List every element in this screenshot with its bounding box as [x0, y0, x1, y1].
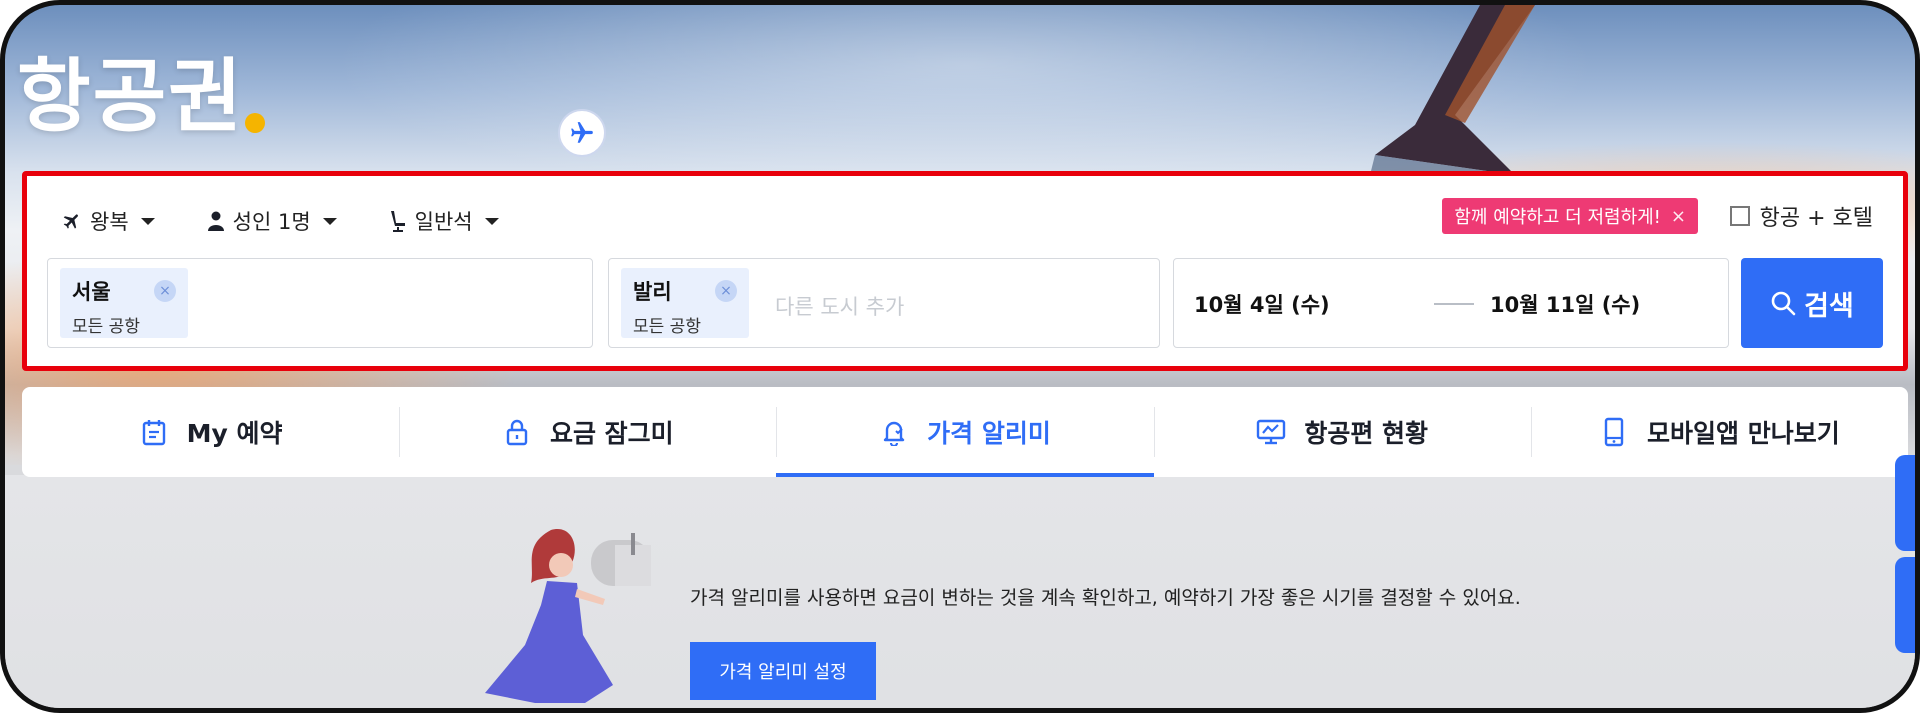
tab-price-alert[interactable]: 가격 알리미	[776, 387, 1154, 477]
destination-chip: 발리 모든 공항 ×	[621, 268, 749, 338]
passengers-label: 성인 1명	[232, 210, 311, 234]
promo-badge: 함께 예약하고 더 저렴하게! ×	[1442, 198, 1698, 234]
destination-airport: 모든 공항	[633, 317, 701, 337]
return-date[interactable]: 10월 11일 (수)	[1490, 289, 1640, 319]
airplane-icon	[63, 214, 78, 229]
tab-fare-lock[interactable]: 요금 잠그미	[399, 387, 776, 477]
side-floating-tab[interactable]	[1895, 455, 1915, 551]
side-floating-tab[interactable]	[1895, 557, 1915, 653]
seat-icon	[390, 211, 405, 232]
monitor-icon	[1256, 417, 1286, 447]
flight-hotel-option[interactable]: 항공 + 호텔	[1729, 200, 1873, 232]
flight-hotel-checkbox[interactable]	[1729, 206, 1750, 226]
add-city-placeholder[interactable]: 다른 도시 추가	[775, 291, 904, 321]
bell-icon	[879, 417, 909, 447]
woman-mailbox-illustration	[485, 529, 651, 703]
tab-my-booking[interactable]: My 예약	[22, 387, 399, 477]
swap-route-button[interactable]	[558, 109, 606, 157]
tab-label: 요금 잠그미	[549, 419, 674, 448]
chevron-down-icon	[484, 217, 499, 225]
tab-flight-status[interactable]: 항공편 현황	[1153, 387, 1531, 477]
calendar-icon	[139, 417, 169, 447]
close-icon[interactable]: ×	[1671, 206, 1686, 227]
app-frame: 항공권 왕복 성인 1명 일반석 함께 예약하고 더 저렴하게! × 항공 + …	[0, 0, 1920, 713]
cabin-class-dropdown[interactable]: 일반석	[389, 206, 499, 236]
cabin-class-label: 일반석	[414, 210, 473, 234]
chevron-down-icon	[140, 217, 155, 225]
page-title: 항공권	[17, 50, 244, 143]
clear-destination-icon[interactable]: ×	[715, 280, 737, 302]
airplane-icon	[571, 122, 593, 143]
search-options-row: 왕복 성인 1명 일반석	[62, 206, 551, 236]
tab-label: My 예약	[186, 419, 283, 448]
tab-mobile-app[interactable]: 모바일앱 만나보기	[1530, 387, 1908, 477]
price-alert-description: 가격 알리미를 사용하면 요금이 변하는 것을 계속 확인하고, 예약하기 가장…	[690, 587, 1521, 609]
destination-field[interactable]: 발리 모든 공항 × 다른 도시 추가	[608, 258, 1160, 348]
origin-chip: 서울 모든 공항 ×	[60, 268, 188, 338]
depart-date[interactable]: 10월 4일 (수)	[1194, 289, 1330, 319]
tab-label: 모바일앱 만나보기	[1647, 419, 1840, 448]
date-range-field[interactable]: 10월 4일 (수) 10월 11일 (수)	[1173, 258, 1729, 348]
person-icon	[207, 211, 224, 231]
search-button-label: 검색	[1804, 290, 1854, 322]
clear-origin-icon[interactable]: ×	[154, 280, 176, 302]
origin-field[interactable]: 서울 모든 공항 ×	[47, 258, 593, 348]
set-price-alert-button[interactable]: 가격 알리미 설정	[690, 642, 876, 700]
search-button[interactable]: 검색	[1741, 258, 1883, 348]
title-accent-dot	[245, 113, 265, 133]
flight-search-panel: 왕복 성인 1명 일반석 함께 예약하고 더 저렴하게! × 항공 + 호텔 서…	[22, 171, 1908, 371]
trip-type-label: 왕복	[90, 210, 129, 234]
origin-airport: 모든 공항	[72, 317, 140, 337]
tab-label: 항공편 현황	[1304, 419, 1429, 448]
lock-icon	[502, 417, 532, 447]
trip-type-dropdown[interactable]: 왕복	[62, 206, 155, 236]
feature-tabs: My 예약 요금 잠그미 가격 알리미 항공편 현황 모바일앱 만나보기	[22, 387, 1908, 477]
mobile-icon	[1599, 417, 1629, 447]
search-icon	[1771, 291, 1796, 316]
chevron-down-icon	[322, 217, 337, 225]
flight-hotel-label: 항공 + 호텔	[1759, 206, 1873, 231]
promo-text: 함께 예약하고 더 저렴하게!	[1454, 207, 1661, 228]
passengers-dropdown[interactable]: 성인 1명	[207, 206, 337, 236]
tab-label: 가격 알리미	[927, 419, 1051, 448]
date-separator	[1434, 303, 1474, 305]
